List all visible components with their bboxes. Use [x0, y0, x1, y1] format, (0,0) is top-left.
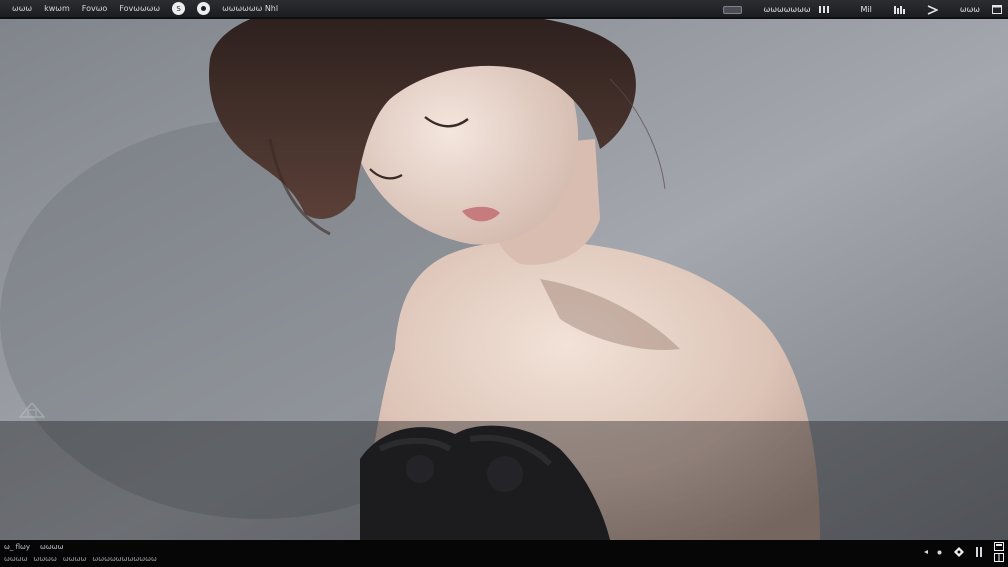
list-icon — [976, 547, 982, 557]
mode-label[interactable]: ωωωωωω Nhl — [216, 0, 284, 17]
dot-button[interactable] — [937, 550, 942, 555]
status-tab-2[interactable]: ωωωω — [33, 555, 56, 563]
right-label-1[interactable]: ωωωωωωω — [764, 5, 811, 14]
status-right-tools — [911, 542, 1004, 562]
status-tab-1[interactable]: ωωωω — [4, 555, 27, 563]
right-label-2[interactable]: Mil — [861, 5, 872, 14]
right-toolbar: ωωωωωωω Mil ωωω — [701, 0, 1002, 19]
toggle-button[interactable] — [722, 5, 742, 14]
top-toolbar: ωωω kwωm Fovωo Fovωωωω S ωωωωωω Nhl ωωωω… — [0, 0, 1008, 19]
diamond-icon — [954, 547, 964, 557]
status-bar: ω_ flωy ωωωω ωωωω ωωωω ωωωω ωωωωωωωωωωω — [0, 540, 1008, 567]
status-row-bottom: ωωωω ωωωω ωωωω ωωωωωωωωωωω — [4, 555, 163, 563]
status-tab-4[interactable]: ωωωωωωωωωωω — [92, 555, 156, 563]
window-icon — [992, 5, 1002, 14]
play-button[interactable] — [927, 4, 938, 15]
bars-button[interactable] — [893, 5, 905, 14]
fullscreen-button[interactable] — [994, 542, 1004, 562]
menu-item-4[interactable]: Fovωωωω — [113, 0, 166, 17]
home-icon — [18, 401, 46, 418]
circle-button-label: S — [176, 4, 181, 13]
grid-button[interactable] — [818, 5, 829, 14]
undo-button[interactable] — [923, 549, 929, 555]
dot-icon — [937, 550, 942, 554]
menu-bar: ωωω kwωm Fovωo Fovωωωω S ωωωωωω Nhl — [0, 0, 284, 17]
menu-item-1[interactable]: ωωω — [6, 0, 38, 17]
undo-icon — [924, 550, 928, 554]
editor-window: ωωω kwωm Fovωo Fovωωωω S ωωωωωω Nhl ωωωω… — [0, 0, 1008, 567]
menu-item-3[interactable]: Fovωo — [76, 0, 114, 17]
translucent-panel — [0, 421, 1008, 540]
status-text-1: ω_ flωy — [4, 543, 31, 551]
record-icon — [201, 6, 207, 11]
grid-icon — [818, 6, 829, 13]
window-button[interactable] — [992, 5, 1002, 14]
status-tab-3[interactable]: ωωωω — [63, 555, 86, 563]
status-text-2: ωωωω — [40, 543, 64, 551]
toggle-icon — [722, 5, 742, 14]
right-label-3[interactable]: ωωω — [960, 5, 980, 14]
image-canvas[interactable] — [0, 19, 1008, 540]
menu-item-2[interactable]: kwωm — [38, 0, 76, 17]
list-button[interactable] — [976, 547, 982, 557]
fullscreen-icon — [994, 542, 1004, 551]
status-row-top: ω_ flωy ωωωω — [4, 543, 73, 551]
record-button[interactable] — [197, 2, 211, 15]
split-icon — [994, 553, 1004, 562]
bars-icon — [893, 5, 905, 14]
diamond-button[interactable] — [954, 547, 964, 557]
circle-button[interactable]: S — [172, 2, 186, 15]
play-icon — [927, 4, 938, 15]
